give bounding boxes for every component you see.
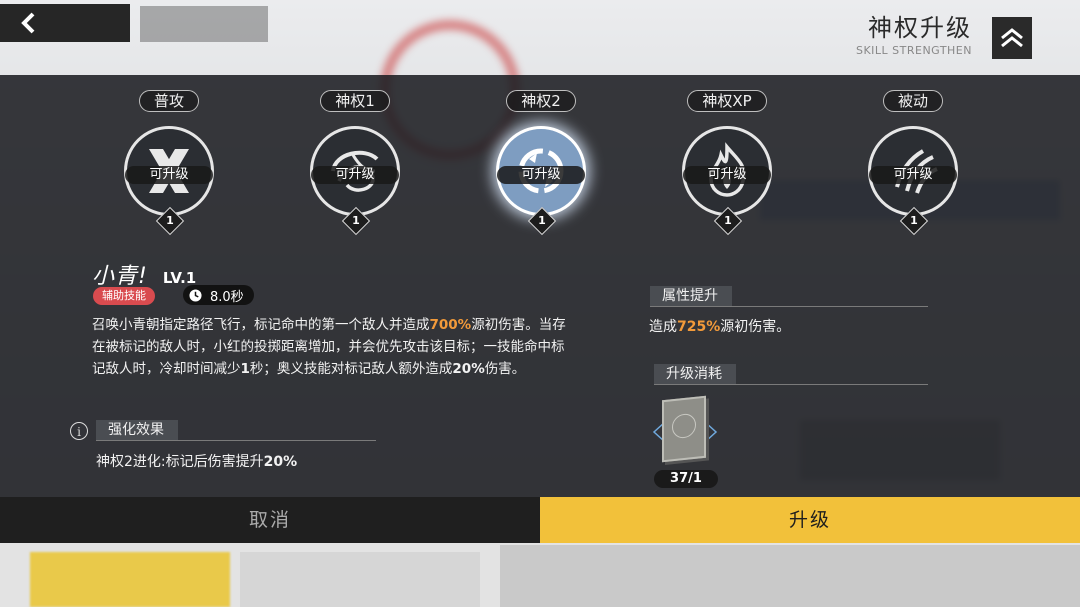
divider xyxy=(654,384,928,385)
background-tab xyxy=(140,6,268,42)
upgradable-label: 可升级 xyxy=(869,166,957,184)
skill-icon-circle: 可升级 1 xyxy=(496,126,586,236)
skill-name: 神权2 xyxy=(506,90,576,112)
upgradable-label: 可升级 xyxy=(125,166,213,184)
skill-name: 神权XP xyxy=(687,90,767,112)
skill-icon-circle: 可升级 1 xyxy=(682,126,772,236)
cancel-button[interactable]: 取消 xyxy=(0,497,540,543)
skill-type-tag: 辅助技能 xyxy=(93,287,155,305)
cooldown-value: 8.0秒 xyxy=(210,289,244,305)
clock-icon xyxy=(189,288,202,302)
cost-section-header: 升级消耗 xyxy=(654,364,736,384)
page-subtitle: SKILL STRENGTHEN xyxy=(855,44,972,57)
skill-name: 被动 xyxy=(882,90,943,112)
skill-description: 召唤小青朝指定路径飞行，标记命中的第一个敌人并造成700%源初伤害。当存在被标记… xyxy=(92,317,566,377)
upgrade-button[interactable]: 升级 xyxy=(540,497,1080,543)
skill-slot-skill-2[interactable]: 神权2 可升级 1 xyxy=(486,90,596,236)
page-title: 神权升级 xyxy=(868,14,972,42)
item-count: 37/1 xyxy=(654,470,718,488)
attribute-section-header: 属性提升 xyxy=(650,286,732,306)
cost-item[interactable] xyxy=(652,395,718,466)
enhance-section-header: 强化效果 xyxy=(96,420,178,440)
divider xyxy=(650,306,928,307)
skill-book-icon xyxy=(662,395,706,463)
cooldown-badge: 8.0秒 xyxy=(183,285,254,305)
skill-slot-skill-xp[interactable]: 神权XP 可升级 1 xyxy=(672,90,782,236)
collapse-button[interactable] xyxy=(992,17,1032,59)
info-icon[interactable]: i xyxy=(70,422,88,440)
attribute-text: 造成725%源初伤害。 xyxy=(649,319,791,335)
skill-name: 普攻 xyxy=(138,90,199,112)
skill-detail-name: 小青! xyxy=(92,264,148,289)
skill-icon-circle: 可升级 1 xyxy=(310,126,400,236)
upgradable-label: 可升级 xyxy=(683,166,771,184)
upgradable-label: 可升级 xyxy=(497,166,585,184)
page-title-block: 神权升级 SKILL STRENGTHEN xyxy=(856,14,972,57)
skill-slot-passive[interactable]: 被动 可升级 1 xyxy=(858,90,968,236)
double-chevron-up-icon xyxy=(1001,28,1023,48)
skill-icon-circle: 可升级 1 xyxy=(868,126,958,236)
skill-slot-skill-1[interactable]: 神权1 可升级 1 xyxy=(300,90,410,236)
skill-name: 神权1 xyxy=(320,90,390,112)
divider xyxy=(96,440,376,441)
skill-icon-circle: 可升级 1 xyxy=(124,126,214,236)
back-button[interactable] xyxy=(0,4,130,42)
skill-detail-title: 小青! LV.1 xyxy=(92,258,196,290)
skill-slot-basic-attack[interactable]: 普攻 可升级 1 xyxy=(114,90,224,236)
back-arrow-icon xyxy=(21,12,35,34)
enhance-effect-text: 神权2进化:标记后伤害提升20% xyxy=(96,454,298,470)
upgradable-label: 可升级 xyxy=(311,166,399,184)
